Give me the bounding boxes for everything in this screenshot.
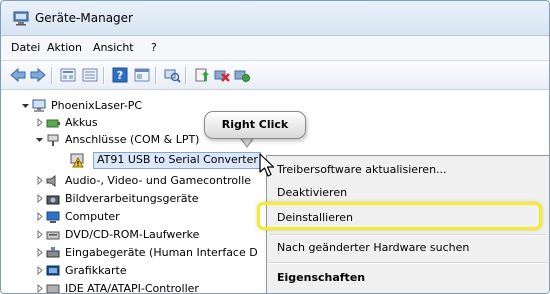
menu-item-label: Nach geänderter Hardware suchen <box>277 241 470 254</box>
collapsed-arrow-icon[interactable] <box>35 212 44 221</box>
console-icon[interactable] <box>133 66 151 84</box>
toolbar-separator <box>51 67 52 84</box>
battery-icon <box>46 119 60 128</box>
menu-item-properties[interactable]: Eigenschaften <box>267 266 549 290</box>
right-click-callout: Right Click <box>204 111 306 139</box>
uninstall-icon[interactable] <box>213 66 231 84</box>
tree-item-label: Computer <box>65 210 120 223</box>
collapsed-arrow-icon[interactable] <box>35 284 44 293</box>
computer-icon <box>32 99 46 112</box>
tree-item-label: Akkus <box>65 116 98 129</box>
collapsed-arrow-icon[interactable] <box>35 118 44 127</box>
toolbar-separator <box>103 67 104 84</box>
tree-item-label: Audio-, Video- und Gamecontrolle <box>65 174 252 187</box>
expanded-arrow-icon[interactable] <box>21 101 30 110</box>
menu-separator <box>269 262 547 263</box>
back-arrow-icon[interactable] <box>9 66 27 84</box>
properties-view-icon[interactable] <box>59 66 77 84</box>
menu-bar: Datei Aktion Ansicht ? <box>1 36 549 61</box>
tree-root-label: PhoenixLaser-PC <box>51 99 143 112</box>
camera-icon <box>46 195 60 205</box>
display-adapter-icon <box>46 265 60 276</box>
collapsed-arrow-icon[interactable] <box>35 176 44 185</box>
ide-icon <box>46 284 60 293</box>
menu-help[interactable]: ? <box>149 41 159 54</box>
menu-item-update-driver[interactable]: Treibersoftware aktualisieren... <box>267 158 549 182</box>
help-icon[interactable]: ? <box>111 66 129 84</box>
collapsed-arrow-icon[interactable] <box>35 194 44 203</box>
collapsed-arrow-icon[interactable] <box>35 230 44 239</box>
tree-item-label: DVD/CD-ROM-Laufwerke <box>65 228 200 241</box>
collapsed-arrow-icon[interactable] <box>35 248 44 257</box>
toolbar-separator <box>185 67 186 84</box>
menu-item-label: Eigenschaften <box>277 271 366 284</box>
details-view-icon[interactable] <box>81 66 99 84</box>
toolbar-separator <box>155 67 156 84</box>
menu-separator <box>269 234 547 235</box>
collapsed-arrow-icon[interactable] <box>35 266 44 275</box>
tree-item-label: Anschlüsse (COM & LPT) <box>65 133 200 146</box>
device-manager-window: Geräte-Manager Datei Aktion Ansicht ? ? … <box>0 0 550 294</box>
menu-item-scan-hardware[interactable]: Nach geänderter Hardware suchen <box>267 236 549 260</box>
tree-item-label: Eingabegeräte (Human Interface D <box>65 246 258 259</box>
scan-hardware-icon[interactable] <box>163 66 181 84</box>
toolbar: ? <box>1 61 549 90</box>
uninstall-highlight <box>257 202 542 230</box>
update-driver-icon[interactable] <box>193 66 211 84</box>
enable-icon[interactable] <box>233 66 251 84</box>
hid-icon <box>46 247 60 258</box>
expanded-arrow-icon[interactable] <box>35 135 44 144</box>
mouse-cursor-icon <box>259 153 275 177</box>
forward-arrow-icon[interactable] <box>29 66 47 84</box>
tree-item-label: Grafikkarte <box>65 264 127 277</box>
tree-item-label: Bildverarbeitungsgeräte <box>65 192 199 205</box>
dvd-icon <box>46 231 60 240</box>
speaker-icon <box>46 175 56 187</box>
window-title: Geräte-Manager <box>35 11 133 25</box>
tree-item-label: IDE ATA/ATAPI-Controller <box>65 282 199 294</box>
device-manager-icon <box>13 11 29 26</box>
port-icon <box>47 134 59 146</box>
warning-device-icon <box>70 153 84 168</box>
menu-aktion[interactable]: Aktion <box>45 41 84 54</box>
menu-ansicht[interactable]: Ansicht <box>91 41 136 54</box>
menu-item-label: Treibersoftware aktualisieren... <box>277 163 447 176</box>
menu-datei[interactable]: Datei <box>9 41 42 54</box>
tree-item-label: AT91 USB to Serial Converter <box>97 153 258 166</box>
svg-text:?: ? <box>117 69 123 82</box>
title-bar: Geräte-Manager <box>1 1 549 36</box>
computer-icon <box>46 211 60 223</box>
